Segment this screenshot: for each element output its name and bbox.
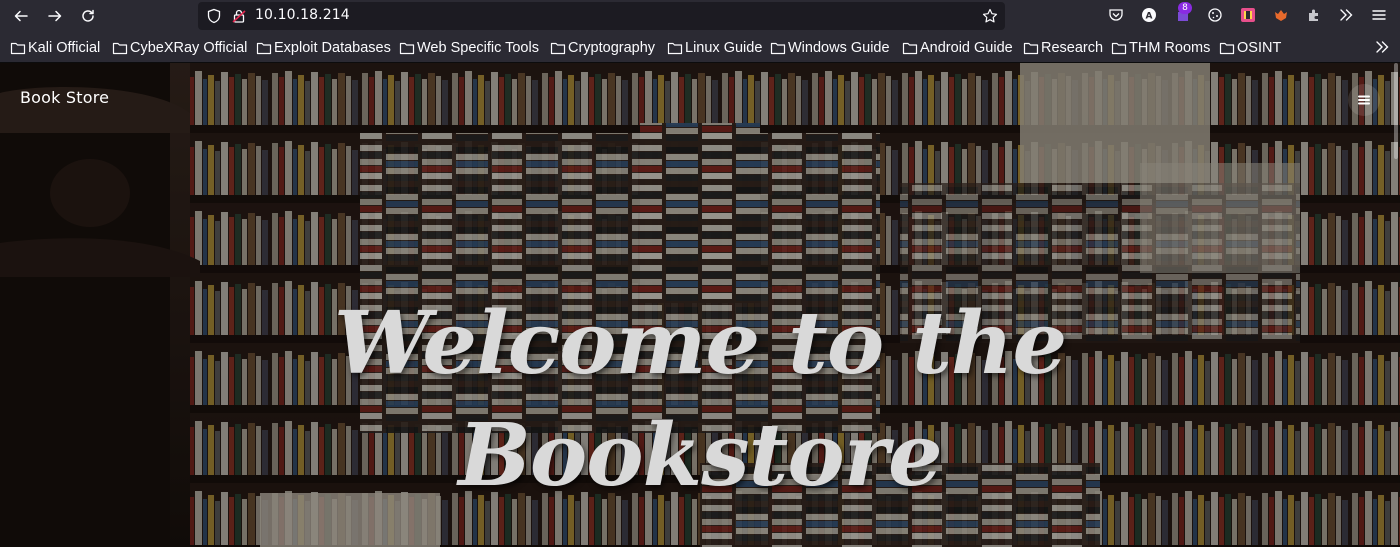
bookmark-label: Linux Guide [685,40,763,56]
bookmark-label: THM Rooms [1129,40,1211,56]
reload-icon [82,9,94,22]
back-button[interactable] [9,4,33,28]
bookmark-label: Kali Official [28,40,101,56]
hamburger-icon [1372,10,1386,20]
bookmark-cryptography[interactable]: Cryptography [550,39,655,57]
hamburger-icon [1358,95,1370,105]
shield-icon[interactable] [206,8,222,24]
folder-icon [550,42,566,55]
double-chevron-right-icon[interactable] [1374,39,1390,55]
bookmark-windows-guide[interactable]: Windows Guide [770,39,890,57]
pocket-icon [1109,9,1123,21]
puzzle-icon [1309,9,1318,21]
tools-extension-button[interactable] [1305,6,1323,24]
bookmark-research[interactable]: Research [1023,39,1103,57]
bookmarks-toolbar: Kali Official CybeXRay Official Exploit … [0,32,1400,63]
bookmark-label: Research [1041,40,1104,56]
hero-heading-line2: Bookstore [458,405,943,506]
hero-heading-line1: Welcome to the [333,293,1067,394]
url-bar[interactable]: 10.10.18.214 [198,2,1005,30]
bookmark-label: CybeXRay Official [130,40,248,56]
bookmark-linux-guide[interactable]: Linux Guide [667,39,762,57]
arrow-right-icon [48,10,62,22]
cookie-extension-button[interactable] [1206,6,1224,24]
wappalyzer-button[interactable] [1239,6,1257,24]
account-button[interactable]: A [1140,6,1158,24]
folder-icon [770,42,786,55]
bookmark-kali-official[interactable]: Kali Official [10,39,100,57]
browser-toolbar: 10.10.18.214 A 8 [0,0,1400,32]
bookmark-label: Exploit Databases [274,40,391,56]
folder-icon [256,42,272,55]
folder-icon [902,42,918,55]
pocket-button[interactable] [1107,6,1125,24]
bookmark-exploit-databases[interactable]: Exploit Databases [256,39,391,57]
folder-icon [1023,42,1039,55]
page-content: Book Store Welcome to the Bookstore [0,63,1400,547]
bookmark-cybexray-official[interactable]: CybeXRay Official [112,39,247,57]
reload-button[interactable] [76,4,100,28]
svg-text:A: A [1146,12,1153,22]
page-scrollbar[interactable] [1394,63,1398,159]
bookmark-thm-rooms[interactable]: THM Rooms [1111,39,1210,57]
account-icon: A [1142,8,1156,22]
insecure-lock-icon[interactable] [231,8,247,24]
double-chevron-right-icon [1340,9,1353,21]
overflow-menu-button[interactable] [1337,6,1355,24]
site-menu-button[interactable] [1348,84,1380,116]
cookie-icon [1208,8,1222,22]
folder-icon [399,42,415,55]
bookmark-label: Android Guide [920,40,1013,56]
folder-icon [667,42,683,55]
bookmark-label: Windows Guide [788,40,890,56]
bookmark-web-specific-tools[interactable]: Web Specific Tools [399,39,539,57]
forward-button[interactable] [43,4,67,28]
bookmark-star-icon[interactable] [982,8,998,24]
bookmark-android-guide[interactable]: Android Guide [902,39,1013,57]
app-menu-button[interactable] [1370,6,1388,24]
fox-icon [1275,10,1287,21]
folder-icon [1219,42,1235,55]
bookmark-osint[interactable]: OSINT [1219,39,1281,57]
folder-icon [10,42,26,55]
folder-icon [1111,42,1127,55]
colorful-extension-icon [1241,8,1255,22]
site-brand[interactable]: Book Store [20,88,109,107]
foxyproxy-button[interactable] [1272,6,1290,24]
folder-icon [112,42,128,55]
bookmark-label: Cryptography [568,40,656,56]
extension-badge: 8 [1178,2,1192,14]
url-text[interactable]: 10.10.18.214 [255,7,350,23]
arrow-left-icon [14,10,28,22]
bookmark-label: OSINT [1237,40,1282,56]
bookmark-label: Web Specific Tools [417,40,539,56]
